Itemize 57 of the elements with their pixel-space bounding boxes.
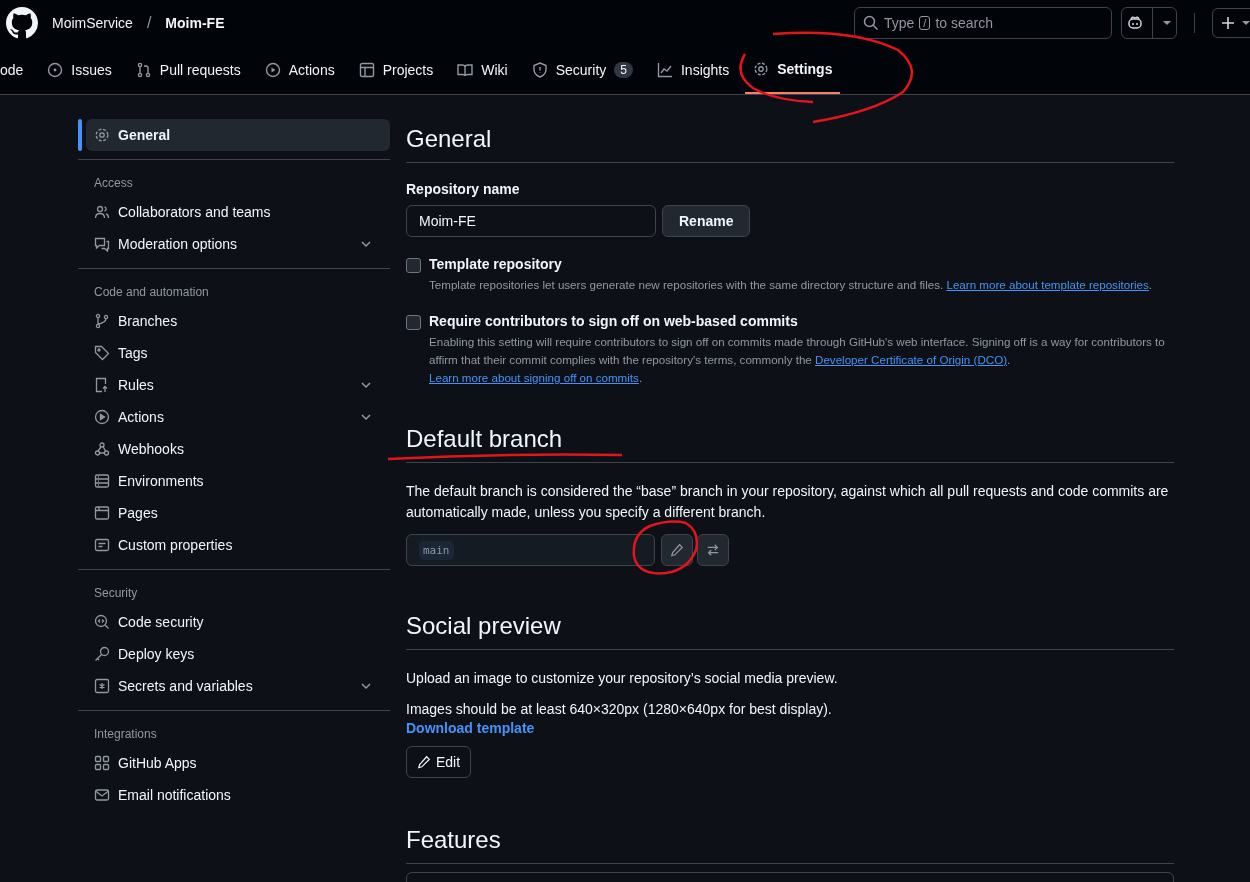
repo-tab[interactable]: Projects bbox=[350, 46, 442, 94]
repo-tab[interactable]: Security 5 bbox=[523, 46, 641, 94]
slash-key: / bbox=[919, 16, 931, 30]
sidebar-item[interactable]: Webhooks bbox=[86, 433, 390, 465]
repo-tab[interactable]: Issues bbox=[39, 46, 120, 94]
repo-tab[interactable]: Wiki bbox=[449, 46, 516, 94]
field-label: Repository name bbox=[406, 181, 521, 197]
sidebar-item[interactable]: GitHub Apps bbox=[86, 747, 390, 779]
repo-tab[interactable]: Pull requests bbox=[127, 46, 249, 94]
branch-name: main bbox=[419, 540, 454, 560]
sidebar-item[interactable]: Actions bbox=[86, 401, 390, 433]
sidebar-item[interactable]: Custom properties bbox=[86, 529, 390, 561]
edit-button[interactable]: Edit bbox=[406, 746, 472, 778]
download-template-link[interactable]: Download template bbox=[406, 720, 535, 736]
repo-tab[interactable]: ode bbox=[0, 46, 32, 94]
owner-link[interactable]: MoimService bbox=[52, 15, 133, 31]
section-heading: Features bbox=[406, 826, 501, 854]
search-field[interactable]: Type / to search bbox=[854, 7, 1112, 39]
sidebar-item[interactable]: Pages bbox=[86, 497, 390, 529]
repository-name-input[interactable]: Moim-FE bbox=[406, 205, 656, 237]
path-separator: / bbox=[146, 14, 152, 32]
sidebar-item[interactable]: Rules bbox=[86, 369, 390, 401]
sidebar-item[interactable]: Tags bbox=[86, 337, 390, 369]
search-placeholder: Type bbox=[884, 15, 915, 31]
sidebar-item[interactable]: Moderation options bbox=[86, 228, 390, 260]
sidebar-item[interactable]: Branches bbox=[86, 305, 390, 337]
image-size-note: Images should be at least 640×320px (1280×640px for best display). bbox=[406, 700, 833, 719]
sidebar-item[interactable]: Deploy keys bbox=[86, 638, 390, 670]
sidebar-heading: Integrations bbox=[93, 726, 158, 743]
repo-tab[interactable]: Actions bbox=[256, 46, 343, 94]
social-preview-description: Upload an image to customize your repository’s social media preview. bbox=[406, 669, 839, 688]
repo-link[interactable]: Moim-FE bbox=[165, 15, 225, 31]
sidebar-item[interactable]: Email notifications bbox=[86, 779, 390, 811]
repo-tab[interactable]: Insights bbox=[648, 46, 738, 94]
option-description: Template repositories let users generate new repositories with the same directory structure and files. Learn more about template repositories. bbox=[429, 277, 1153, 293]
sidebar-heading: Code and automation bbox=[93, 284, 210, 301]
sidebar-item[interactable]: Environments bbox=[86, 465, 390, 497]
count-badge: 5 bbox=[614, 62, 633, 78]
section-heading: Social preview bbox=[406, 612, 561, 640]
section-heading: Default branch bbox=[406, 425, 563, 453]
sidebar-heading: Security bbox=[93, 585, 139, 602]
option-label: Template repository bbox=[429, 256, 563, 272]
learn-more-link[interactable]: Developer Certificate of Origin (DCO) bbox=[815, 353, 1007, 366]
search-placeholder: to search bbox=[935, 15, 993, 31]
sidebar-item[interactable]: Collaborators and teams bbox=[86, 196, 390, 228]
sidebar-item[interactable]: General bbox=[86, 119, 390, 151]
option-description: Enabling this setting will require contributors to sign off on commits made through GitHub's web interface. Signing off is a way for contributors to affirm that their commit complies with the repository's terms, commonly the Developer Certificate of Origin (DCO). Learn more about signing off on commits. bbox=[429, 334, 1166, 386]
learn-more-link[interactable]: Learn more about template repositories bbox=[946, 278, 1149, 291]
repo-tab[interactable]: Settings bbox=[745, 46, 841, 94]
sidebar-heading: Access bbox=[93, 175, 134, 192]
sidebar-item[interactable]: Secrets and variables bbox=[86, 670, 390, 702]
option-label: Require contributors to sign off on web-based commits bbox=[429, 313, 799, 329]
learn-more-link[interactable]: Learn more about signing off on commits bbox=[429, 371, 639, 384]
default-branch-description: The default branch is considered the “base” branch in your repository, against which all pull requests and code commits are automatically made, unless you specify a different branch. bbox=[406, 482, 1170, 522]
rename-button[interactable]: Rename bbox=[662, 205, 751, 237]
sidebar-item[interactable]: Code security bbox=[86, 606, 390, 638]
section-heading: General bbox=[406, 125, 492, 153]
